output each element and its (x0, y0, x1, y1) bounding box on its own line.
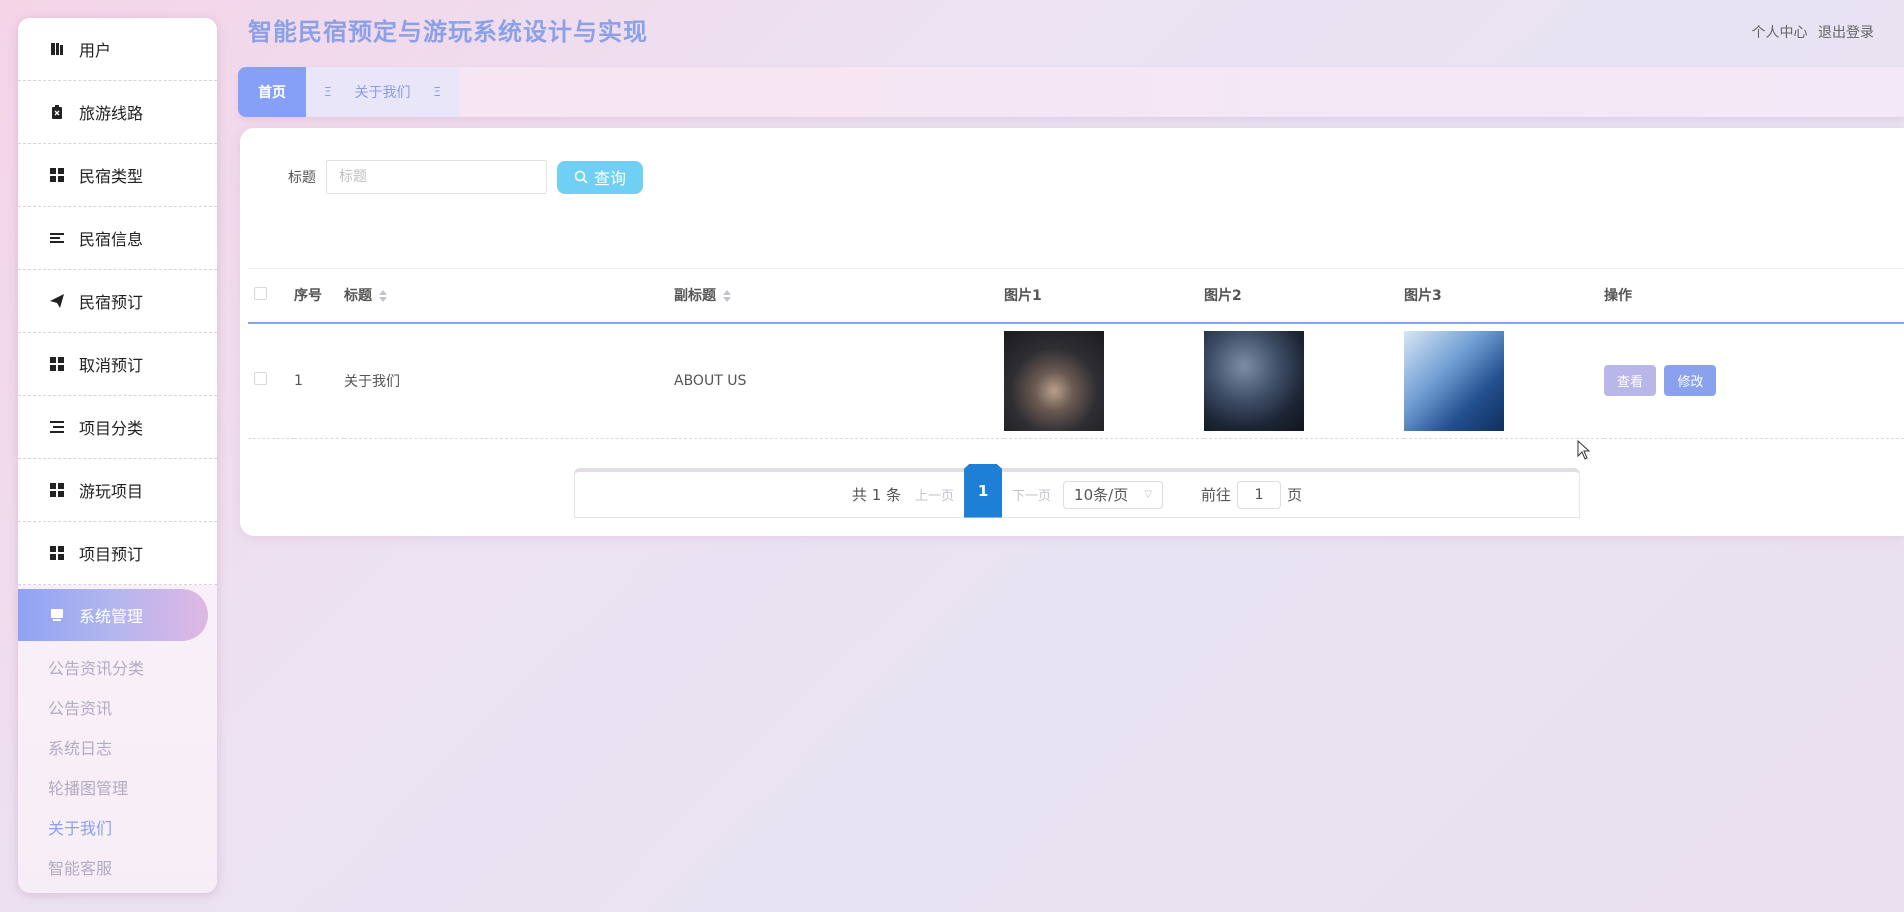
page-1-button[interactable]: 1 (964, 463, 1003, 518)
image-hands-thumbnail[interactable] (1004, 330, 1104, 431)
query-button[interactable]: 查询 (557, 160, 643, 194)
goto-prefix: 前往 (1201, 486, 1232, 504)
sidebar-item-label: 系统管理 (79, 607, 144, 626)
sidebar-item-homestay-booking[interactable]: 民宿预订 (18, 270, 217, 333)
cell-pic3 (1404, 322, 1604, 439)
pagination: 共 1 条 上一页 1 下一页 10条/页 ▽ 前往 页 (574, 463, 1580, 518)
sort-icon[interactable] (378, 290, 388, 303)
header-links: 个人中心 退出登录 (1746, 22, 1874, 42)
chevron-down-icon: ▽ (1144, 489, 1153, 500)
next-page-button[interactable]: 下一页 (1012, 485, 1051, 504)
submenu-item-carousel[interactable]: 轮播图管理 (18, 769, 217, 809)
select-all-checkbox[interactable] (254, 286, 267, 300)
sort-icon[interactable] (722, 290, 732, 303)
tab-about-us[interactable]: Ξ 关于我们 Ξ (306, 67, 459, 117)
app-title: 智能民宿预定与游玩系统设计与实现 (248, 18, 648, 46)
sidebar-item-label: 取消预订 (79, 356, 144, 375)
submenu-item-system-log[interactable]: 系统日志 (18, 729, 217, 769)
sidebar-item-play-project[interactable]: 游玩项目 (18, 459, 217, 522)
cell-title: 关于我们 (344, 322, 674, 439)
sidebar-item-system-management[interactable]: 系统管理 (18, 589, 208, 641)
tab-about-label: 关于我们 (354, 85, 411, 101)
header-pic2: 图片2 (1204, 268, 1404, 324)
query-button-label: 查询 (593, 171, 626, 188)
header-pic1: 图片1 (1004, 268, 1204, 324)
sidebar-item-label: 项目预订 (79, 545, 144, 564)
header-actions: 操作 (1604, 268, 1904, 324)
sidebar-item-label: 民宿预订 (79, 293, 144, 312)
book-icon (49, 41, 65, 57)
sidebar-item-user[interactable]: 用户 (18, 18, 217, 81)
pagination-total: 共 1 条 (851, 486, 902, 504)
monitor-icon (49, 607, 65, 623)
sidebar-item-homestay-type[interactable]: 民宿类型 (18, 144, 217, 207)
submenu-item-about-us[interactable]: 关于我们 (18, 809, 217, 849)
image-handshake-thumbnail[interactable] (1204, 330, 1304, 431)
row-checkbox[interactable] (254, 372, 267, 386)
cell-subtitle: ABOUT US (674, 322, 1004, 439)
header-subtitle-label: 副标题 (674, 288, 716, 305)
cell-pic2 (1204, 322, 1404, 439)
sidebar-item-label: 旅游线路 (79, 104, 144, 123)
sidebar-item-label: 游玩项目 (79, 482, 144, 501)
grid-icon (49, 167, 65, 183)
header-pic3: 图片3 (1404, 268, 1604, 324)
sidebar-item-homestay-info[interactable]: 民宿信息 (18, 207, 217, 270)
sidebar-item-project-booking[interactable]: 项目预订 (18, 522, 217, 585)
sidebar-item-project-category[interactable]: 项目分类 (18, 396, 217, 459)
header-title[interactable]: 标题 (344, 268, 674, 324)
page-size-value: 10条/页 (1074, 486, 1129, 504)
list-icon (49, 230, 65, 246)
submenu-item-customer-service[interactable]: 智能客服 (18, 849, 217, 889)
table-row: 1 关于我们 ABOUT US 查看 修改 (248, 322, 1904, 439)
header-subtitle[interactable]: 副标题 (674, 268, 1004, 324)
submenu-item-notice[interactable]: 公告资讯 (18, 689, 217, 729)
table-header-row: 序号 标题 副标题 图片1 图片2 图片3 操作 (248, 268, 1904, 324)
tab-bar: 首页 Ξ 关于我们 Ξ (238, 67, 1904, 117)
row-select-cell (248, 322, 294, 439)
logout-link[interactable]: 退出登录 (1818, 25, 1874, 41)
clipboard-x-icon (49, 104, 65, 120)
cell-index: 1 (294, 322, 344, 439)
goto-suffix: 页 (1287, 486, 1303, 504)
edit-button[interactable]: 修改 (1664, 365, 1717, 397)
cell-pic1 (1004, 322, 1204, 439)
header-index: 序号 (294, 268, 344, 324)
search-form: 标题 查询 (288, 160, 643, 194)
search-label: 标题 (288, 170, 316, 186)
main-panel: 标题 查询 序号 标题 副标题 图片1 图片2 图 (240, 128, 1904, 536)
view-button[interactable]: 查看 (1604, 365, 1657, 397)
menu-icon[interactable]: Ξ (433, 85, 441, 99)
search-icon (574, 170, 588, 184)
sidebar: 用户 旅游线路 民宿类型 民宿信息 民宿预订 取消预订 项目分类 游玩项目 项目… (18, 18, 217, 893)
mouse-cursor-icon (1577, 440, 1591, 460)
grid-icon (49, 356, 65, 372)
sidebar-item-label: 项目分类 (79, 419, 144, 438)
prev-page-button[interactable]: 上一页 (915, 485, 954, 504)
page-size-select[interactable]: 10条/页 ▽ (1063, 480, 1164, 509)
image-digital-handshake-thumbnail[interactable] (1404, 330, 1504, 431)
sidebar-item-label: 用户 (79, 41, 112, 60)
select-all-cell (248, 268, 294, 324)
grid-icon (49, 545, 65, 561)
sidebar-item-travel-route[interactable]: 旅游线路 (18, 81, 217, 144)
header-title-label: 标题 (344, 288, 372, 305)
menu-icon: Ξ (324, 85, 332, 99)
system-submenu: 公告资讯分类 公告资讯 系统日志 轮播图管理 关于我们 智能客服 (18, 641, 217, 889)
list-indent-icon (49, 419, 65, 435)
paper-plane-icon (49, 293, 65, 309)
grid-icon (49, 482, 65, 498)
personal-center-link[interactable]: 个人中心 (1752, 25, 1808, 41)
title-search-input[interactable] (326, 160, 547, 194)
data-table: 序号 标题 副标题 图片1 图片2 图片3 操作 1 关于我们 ABOUT US (248, 268, 1904, 439)
sidebar-item-label: 民宿类型 (79, 167, 144, 186)
sidebar-item-label: 民宿信息 (79, 230, 144, 249)
goto-page-input[interactable] (1237, 480, 1282, 509)
tab-home[interactable]: 首页 (238, 67, 306, 117)
submenu-item-notice-category[interactable]: 公告资讯分类 (18, 649, 217, 689)
sidebar-item-cancel-booking[interactable]: 取消预订 (18, 333, 217, 396)
cell-actions: 查看 修改 (1604, 322, 1904, 439)
